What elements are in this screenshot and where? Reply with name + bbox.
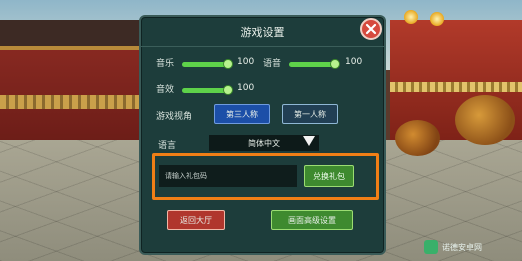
language-selected-value: 简体中文	[248, 138, 280, 148]
small-pot	[395, 120, 440, 156]
dialog-header: 游戏设置	[141, 17, 384, 47]
left-balcony	[0, 95, 150, 109]
music-slider[interactable]	[182, 59, 233, 69]
sfx-label: 音效	[156, 85, 175, 95]
left-roof	[0, 20, 163, 50]
site-watermark: 诺德安卓网	[424, 238, 482, 256]
close-icon	[365, 23, 377, 35]
large-pot	[455, 95, 515, 145]
close-button[interactable]	[360, 18, 382, 40]
music-slider-knob[interactable]	[223, 59, 233, 69]
voice-slider-knob[interactable]	[330, 59, 340, 69]
voice-slider[interactable]	[289, 59, 340, 69]
right-railing	[390, 82, 522, 92]
first-person-button[interactable]: 第一人称	[282, 104, 338, 124]
voice-value: 100	[345, 57, 363, 67]
redeem-gift-button[interactable]: 兑换礼包	[304, 165, 354, 187]
back-to-lobby-button[interactable]: 返回大厅	[167, 210, 225, 230]
language-label: 语言	[158, 141, 177, 151]
sfx-slider-knob[interactable]	[223, 85, 233, 95]
advanced-graphics-button[interactable]: 画面高级设置	[271, 210, 353, 230]
sfx-slider[interactable]	[182, 85, 233, 95]
music-label: 音乐	[156, 59, 175, 69]
lantern-icon	[404, 10, 418, 24]
dialog-title: 游戏设置	[240, 25, 285, 39]
watermark-text: 诺德安卓网	[442, 242, 482, 252]
view-label: 游戏视角	[156, 112, 193, 122]
lantern-icon	[430, 12, 444, 26]
sfx-value: 100	[237, 83, 255, 93]
dropdown-arrow-icon[interactable]	[303, 136, 315, 146]
watermark-logo-icon	[424, 240, 438, 254]
music-value: 100	[237, 57, 255, 67]
third-person-button[interactable]: 第三人称	[214, 104, 270, 124]
voice-label: 语音	[263, 59, 282, 69]
gift-code-input[interactable]: 请输入礼包码	[159, 165, 297, 187]
gift-code-placeholder: 请输入礼包码	[165, 172, 207, 180]
